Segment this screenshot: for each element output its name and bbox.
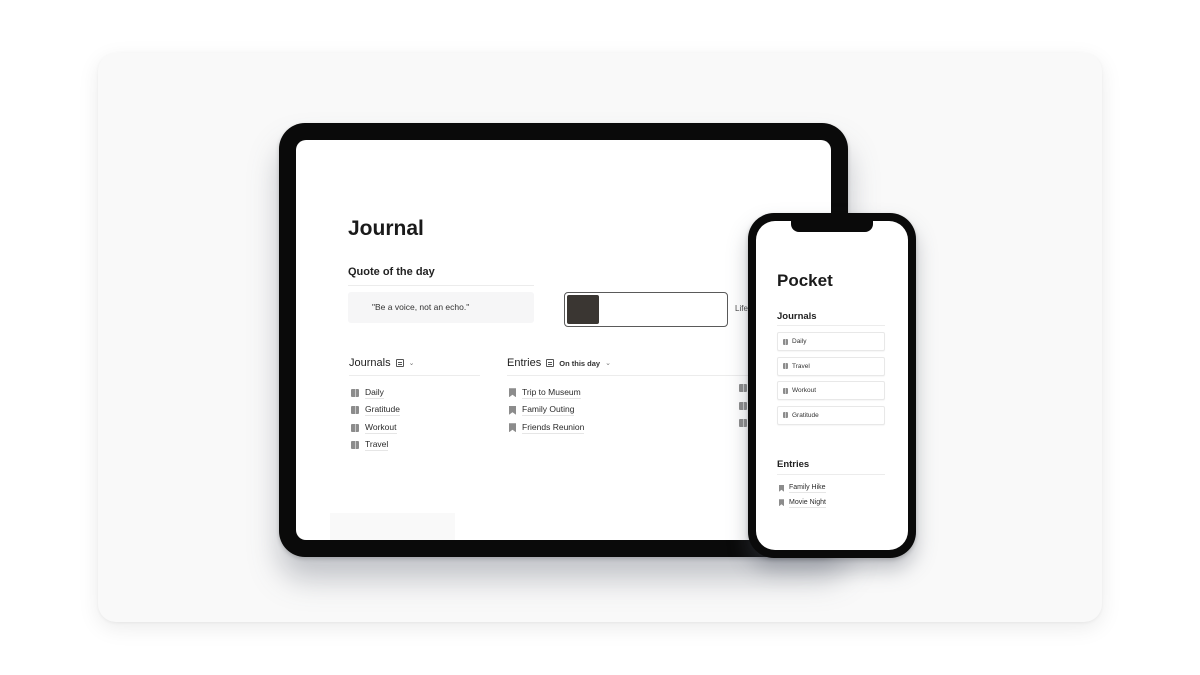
journals-divider — [349, 375, 480, 376]
bookmark-icon — [779, 499, 784, 507]
entry-item-label: Family Hike — [789, 484, 826, 494]
journal-item-label: Gratitude — [365, 404, 400, 417]
phone-entries-heading: Entries — [777, 459, 810, 470]
quote-callout: "Be a voice, not an echo." — [348, 292, 534, 323]
entry-item[interactable]: Trip to Museum — [509, 384, 584, 402]
bookmark-icon — [509, 423, 516, 433]
clipped-column-icons — [739, 384, 747, 437]
entry-item-label: Trip to Museum — [522, 386, 581, 399]
journal-card[interactable]: Gratitude — [777, 405, 885, 425]
quote-divider — [348, 285, 534, 286]
book-icon — [783, 338, 788, 345]
book-icon — [739, 419, 747, 427]
book-icon — [739, 401, 747, 410]
entries-title[interactable]: Entries — [507, 357, 541, 369]
page-title: Journal — [348, 217, 424, 240]
journals-list: Daily Gratitude Workout Travel — [351, 384, 400, 454]
entries-list: Trip to Museum Family Outing Friends Reu… — [509, 384, 585, 437]
phone-page-title: Pocket — [777, 271, 833, 290]
phone-journals-heading: Journals — [777, 311, 817, 322]
journal-item[interactable]: Workout — [351, 419, 400, 437]
journal-item[interactable]: Gratitude — [351, 402, 400, 420]
view-selector[interactable]: On this day — [559, 359, 600, 368]
phone-screen: Pocket Journals Daily Travel Workout Gra… — [756, 221, 908, 550]
journal-card-label: Gratitude — [792, 411, 819, 419]
book-icon — [351, 388, 359, 397]
entries-header: Entries On this day ⌄ — [507, 357, 611, 369]
quote-text: "Be a voice, not an echo." — [372, 302, 470, 312]
entry-item[interactable]: Family Outing — [509, 402, 584, 420]
phone-journals-divider — [777, 325, 885, 326]
journal-card-label: Daily — [792, 338, 807, 345]
phone-entries-list: Family Hike Movie Night — [779, 481, 826, 510]
progress-fill — [567, 295, 599, 324]
book-icon — [739, 384, 747, 392]
journal-item-label: Travel — [365, 439, 389, 452]
journal-card[interactable]: Travel — [777, 356, 885, 376]
entry-item[interactable]: Movie Night — [779, 496, 826, 511]
placeholder-block — [330, 513, 455, 540]
journal-card-label: Workout — [792, 387, 817, 394]
list-view-icon[interactable] — [395, 359, 404, 367]
journal-card-label: Travel — [792, 362, 810, 370]
entry-item[interactable]: Friends Reunion — [509, 419, 585, 437]
book-icon — [351, 406, 359, 415]
bookmark-icon — [779, 484, 784, 492]
bookmark-icon — [509, 405, 516, 415]
book-icon — [783, 412, 788, 418]
entry-item-label: Movie Night — [789, 498, 826, 508]
entry-item-label: Friends Reunion — [522, 421, 585, 434]
book-icon — [351, 423, 359, 432]
life-progress-bar — [564, 292, 728, 327]
journal-card[interactable]: Workout — [777, 381, 885, 400]
phone-notch — [791, 221, 873, 232]
progress-label: Life — [735, 304, 748, 313]
list-view-icon[interactable] — [546, 359, 555, 367]
journals-title[interactable]: Journals — [349, 357, 391, 369]
book-icon — [783, 387, 788, 394]
chevron-down-icon[interactable]: ⌄ — [605, 359, 611, 367]
book-icon — [351, 441, 359, 450]
phone-device: Pocket Journals Daily Travel Workout Gra… — [748, 213, 916, 558]
bookmark-icon — [509, 388, 516, 398]
entry-item-label: Family Outing — [522, 404, 575, 417]
journal-card[interactable]: Daily — [777, 332, 885, 351]
journal-item-label: Workout — [365, 421, 397, 434]
phone-entries-divider — [777, 474, 885, 475]
journal-item[interactable]: Travel — [351, 437, 400, 455]
phone-journals-gallery: Daily Travel Workout Gratitude — [777, 332, 885, 430]
journals-header: Journals ⌄ — [349, 357, 414, 369]
journal-item[interactable]: Daily — [351, 384, 400, 402]
entry-item[interactable]: Family Hike — [779, 481, 826, 496]
book-icon — [783, 363, 788, 369]
quote-heading: Quote of the day — [348, 266, 435, 278]
journal-item-label: Daily — [365, 386, 384, 399]
chevron-down-icon[interactable]: ⌄ — [409, 359, 415, 367]
